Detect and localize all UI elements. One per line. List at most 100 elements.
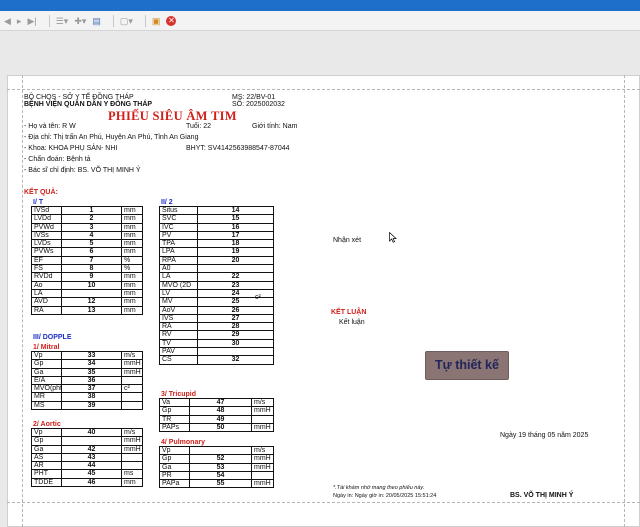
parameter-unit: mm xyxy=(121,205,143,216)
parameter-name: TPA xyxy=(159,239,198,249)
table-row: IVSs 4 mm xyxy=(31,230,143,241)
group-tree-icon[interactable]: ☰▾ xyxy=(56,15,69,27)
parameter-unit: m/s xyxy=(251,445,274,456)
parameter-value: 33 xyxy=(61,350,122,361)
parameter-value xyxy=(61,288,122,299)
toolbar-separator xyxy=(112,14,114,27)
parameter-value: 10 xyxy=(61,280,122,290)
parameter-name: TV xyxy=(159,338,198,349)
parameter-value: 36 xyxy=(61,375,122,386)
parameter-name: IVS xyxy=(159,313,198,324)
parameter-value: 50 xyxy=(189,422,252,433)
parameter-value: 54 xyxy=(189,470,252,481)
table-row: Ga 42 mmH xyxy=(31,444,143,454)
table-row: E/A 36 xyxy=(31,375,143,386)
table-row: Vp 33 m/s xyxy=(31,350,143,361)
parameter-value: 27 xyxy=(197,313,274,324)
parameter-value: 9 xyxy=(61,272,122,282)
parameter-name: IVC xyxy=(159,222,198,232)
parameter-name: Ao xyxy=(31,280,62,290)
section-doppler-heading: III/ DOPPLE xyxy=(33,334,72,341)
export-icon[interactable]: ✚▾ xyxy=(74,15,86,27)
parameter-unit: mm xyxy=(121,214,143,224)
parameter-name: MVO(pht xyxy=(31,384,62,394)
parameter-name: IVSd xyxy=(31,205,62,216)
print-icon[interactable]: ▤ xyxy=(92,15,101,27)
parameter-value: 19 xyxy=(197,247,274,257)
table-row: RA 13 mm xyxy=(31,305,143,315)
form-number: SỐ: 2025002032 xyxy=(232,101,285,108)
table-row: Gp 48 mmH xyxy=(159,406,274,416)
table-row: SVC 15 xyxy=(159,214,274,224)
parameter-name: PVWs xyxy=(31,247,62,257)
parameter-name: SVC xyxy=(159,214,198,224)
parameter-unit xyxy=(121,452,143,463)
parameter-value: 6 xyxy=(61,247,122,257)
table-row: PVWs 6 mm xyxy=(31,247,143,257)
page-guide-left xyxy=(22,75,23,527)
page-title: PHIẾU SIÊU ÂM TIM xyxy=(108,109,237,123)
parameter-value: 17 xyxy=(197,230,274,241)
parameter-unit: mmH xyxy=(121,367,143,377)
parameter-name: PR xyxy=(159,470,190,481)
parameter-name: PV xyxy=(159,230,198,241)
parameter-name: Gp xyxy=(159,454,190,464)
parameter-value xyxy=(61,436,122,446)
parameter-unit: mmH xyxy=(251,454,274,464)
parameter-unit xyxy=(121,461,143,471)
table-row: TV 30 xyxy=(159,338,274,349)
mvo-area-unit: c² xyxy=(255,294,261,301)
close-icon[interactable]: ✕ xyxy=(166,15,177,26)
search-icon[interactable]: ▣ xyxy=(152,15,161,27)
previous-page-icon[interactable]: ▸ xyxy=(17,15,22,27)
report-toolbar: ◀ ▸ ▶| ☰▾ ✚▾ ▤ ▢▾ ▣ ✕ xyxy=(0,11,640,31)
parameter-unit: mmH xyxy=(251,462,274,472)
table-t: IVSd 1 mm LVDd 2 mm PVWd 3 mm IVSs 4 mm LVDs 5 mm PVWs 6… xyxy=(31,205,143,315)
zoom-icon[interactable]: ▢▾ xyxy=(120,15,133,27)
parameter-name: AoV xyxy=(159,305,198,315)
parameter-name: LPA xyxy=(159,247,198,257)
parameter-value xyxy=(189,445,252,456)
parameter-value: 55 xyxy=(189,479,252,489)
parameter-name: LVDd xyxy=(31,214,62,224)
table-2: Situs 14 SVC 15 IVC 16 PV 17 TPA 18 LPA 19 RPA 20 A0 LA… xyxy=(159,205,274,365)
table-row: CS 32 xyxy=(159,355,274,365)
parameter-value: 15 xyxy=(197,214,274,224)
table-row: TR 49 xyxy=(159,414,274,424)
parameter-value: 2 xyxy=(61,214,122,224)
table-row: Gp 34 mmH xyxy=(31,359,143,369)
parameter-unit: mmH xyxy=(251,422,274,433)
parameter-name: LVDs xyxy=(31,239,62,249)
parameter-value: 39 xyxy=(61,400,122,411)
parameter-unit: c² xyxy=(121,384,143,394)
remarks-label: Nhận xét xyxy=(333,237,362,244)
last-page-icon[interactable]: ▶| xyxy=(27,15,36,27)
parameter-value: 4 xyxy=(61,230,122,241)
parameter-unit: mm xyxy=(121,477,143,488)
parameter-name: RA xyxy=(31,305,62,315)
patient-department: - Khoa: KHOA PHỤ SẢN- NHI xyxy=(24,145,118,152)
parameter-value: 26 xyxy=(197,305,274,315)
parameter-value: 5 xyxy=(61,239,122,249)
table-row: TPA 18 xyxy=(159,239,274,249)
parameter-name: Vp xyxy=(31,350,62,361)
conclusion-heading: KẾT LUẬN xyxy=(331,309,367,316)
table-row: PHT 45 ms xyxy=(31,469,143,479)
table-row: RPA 20 xyxy=(159,255,274,266)
parameter-unit: ms xyxy=(121,469,143,479)
parameter-value: 37 xyxy=(61,384,122,394)
parameter-name: FS xyxy=(31,264,62,274)
parameter-value: 16 xyxy=(197,222,274,232)
parameter-name: LV xyxy=(159,288,198,299)
parameter-unit: m/s xyxy=(121,350,143,361)
patient-gender: Giới tính: Nam xyxy=(252,123,298,130)
parameter-name: Vp xyxy=(159,445,190,456)
page-guide-right xyxy=(624,75,625,527)
parameter-value: 53 xyxy=(189,462,252,472)
parameter-value: 46 xyxy=(61,477,122,488)
first-page-icon[interactable]: ◀ xyxy=(4,15,11,27)
parameter-value: 52 xyxy=(189,454,252,464)
conclusion-text: Kết luận xyxy=(339,319,365,326)
results-heading: KẾT QUẢ: xyxy=(24,189,58,196)
parameter-name: RPA xyxy=(159,255,198,266)
